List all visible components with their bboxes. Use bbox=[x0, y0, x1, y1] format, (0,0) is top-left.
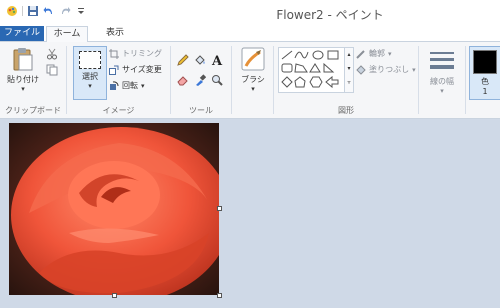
magnifier-icon[interactable] bbox=[211, 74, 223, 86]
group-clipboard: 貼り付け ▾ クリップボード bbox=[0, 42, 66, 118]
outline-dropdown-icon[interactable]: ▾ bbox=[388, 50, 392, 58]
fill-dropdown-icon[interactable]: ▾ bbox=[412, 66, 416, 74]
pentagon-shape-icon[interactable] bbox=[294, 76, 306, 88]
ribbon: 貼り付け ▾ クリップボード 選択 ▾ トリミング サイズ変更 回転 ▾ イメー… bbox=[0, 42, 500, 119]
eraser-icon[interactable] bbox=[177, 74, 189, 86]
window-title: Flower2 - ペイント bbox=[276, 8, 384, 22]
group-separator bbox=[231, 46, 232, 114]
tab-file[interactable]: ファイル bbox=[0, 26, 44, 41]
resize-handle-corner[interactable] bbox=[217, 293, 222, 298]
fill-label: 塗りつぶし bbox=[369, 65, 410, 74]
curve-shape-icon[interactable] bbox=[294, 51, 309, 59]
select-button[interactable]: 選択 ▾ bbox=[73, 46, 107, 100]
color1-button[interactable]: 色 1 bbox=[469, 46, 500, 100]
resize-icon bbox=[109, 65, 119, 75]
rounded-rectangle-icon[interactable] bbox=[281, 63, 293, 73]
oval-shape-icon[interactable] bbox=[312, 50, 324, 60]
group-label-tools: ツール bbox=[189, 106, 213, 115]
arrow-shape-icon[interactable] bbox=[325, 75, 339, 89]
size-dropdown-icon[interactable]: ▾ bbox=[422, 87, 462, 95]
resize-handle-bottom[interactable] bbox=[112, 293, 117, 298]
brushes-button[interactable]: ブラシ ▾ bbox=[236, 46, 270, 93]
resize-handle-right[interactable] bbox=[217, 206, 222, 211]
color1-index: 1 bbox=[482, 87, 488, 96]
fill-bucket-icon[interactable] bbox=[194, 54, 206, 66]
group-separator bbox=[465, 46, 466, 114]
select-label: 選択 bbox=[82, 72, 98, 81]
crop-label: トリミング bbox=[122, 49, 162, 58]
fill-icon bbox=[356, 64, 366, 75]
rotate-button[interactable]: 回転 ▾ bbox=[109, 80, 145, 91]
canvas-area[interactable] bbox=[0, 119, 500, 308]
brush-icon bbox=[241, 47, 265, 71]
group-image: 選択 ▾ トリミング サイズ変更 回転 ▾ イメージ bbox=[67, 42, 170, 118]
group-separator bbox=[418, 46, 419, 114]
select-dropdown-icon[interactable]: ▾ bbox=[74, 82, 106, 90]
outline-icon bbox=[356, 49, 365, 59]
title-bar: Flower2 - ペイント bbox=[0, 0, 500, 26]
paste-button[interactable]: 貼り付け ▾ bbox=[6, 46, 40, 93]
select-icon bbox=[79, 51, 101, 69]
hexagon-shape-icon[interactable] bbox=[309, 76, 323, 88]
brushes-label: ブラシ bbox=[241, 75, 265, 84]
polygon-shape-icon[interactable] bbox=[294, 63, 308, 73]
rotate-label: 回転 bbox=[122, 81, 138, 90]
tab-home[interactable]: ホーム bbox=[46, 26, 88, 42]
resize-label: サイズ変更 bbox=[122, 65, 162, 74]
tab-view[interactable]: 表示 bbox=[98, 26, 132, 41]
rose-photo bbox=[9, 123, 219, 295]
group-label-image: イメージ bbox=[102, 106, 135, 115]
ribbon-tabs: ファイル ホーム 表示 bbox=[0, 26, 500, 42]
shapes-gallery-scroll[interactable]: ▴ ▾ ▿ bbox=[344, 47, 354, 93]
pencil-icon[interactable] bbox=[177, 54, 189, 66]
brushes-dropdown-icon[interactable]: ▾ bbox=[236, 85, 270, 93]
svg-text:A: A bbox=[211, 54, 223, 67]
diamond-shape-icon[interactable] bbox=[281, 76, 293, 88]
fill-button[interactable]: 塗りつぶし ▾ bbox=[356, 64, 416, 75]
group-label-shapes: 図形 bbox=[338, 106, 354, 115]
line-width-icon bbox=[430, 52, 454, 69]
paste-label: 貼り付け bbox=[7, 75, 39, 84]
group-tools: A ツール bbox=[171, 42, 231, 118]
group-label-clipboard: クリップボード bbox=[5, 106, 61, 115]
copy-icon[interactable] bbox=[46, 64, 58, 76]
size-button[interactable]: 線の幅 ▾ bbox=[422, 46, 462, 95]
triangle-shape-icon[interactable] bbox=[309, 63, 321, 73]
crop-icon bbox=[109, 48, 119, 59]
rotate-dropdown-icon[interactable]: ▾ bbox=[141, 82, 145, 90]
line-shape-icon[interactable] bbox=[281, 50, 293, 60]
paste-icon bbox=[13, 48, 33, 71]
outline-button[interactable]: 輪郭 ▾ bbox=[356, 48, 392, 59]
group-shapes: ▴ ▾ ▿ 輪郭 ▾ 塗りつぶし ▾ 図形 bbox=[274, 42, 418, 118]
color-picker-icon[interactable] bbox=[194, 74, 206, 86]
color1-label: 色 bbox=[481, 77, 489, 86]
right-triangle-icon[interactable] bbox=[323, 62, 335, 73]
resize-button[interactable]: サイズ変更 bbox=[109, 64, 162, 75]
shapes-gallery[interactable] bbox=[278, 47, 346, 93]
outline-label: 輪郭 bbox=[369, 49, 385, 58]
text-icon[interactable]: A bbox=[211, 53, 224, 67]
rose-image[interactable] bbox=[9, 123, 219, 295]
rectangle-shape-icon[interactable] bbox=[327, 50, 339, 60]
paste-dropdown-icon[interactable]: ▾ bbox=[6, 85, 40, 93]
cut-icon[interactable] bbox=[46, 48, 58, 60]
crop-button[interactable]: トリミング bbox=[109, 48, 162, 59]
color1-swatch bbox=[473, 50, 497, 74]
size-label: 線の幅 bbox=[430, 77, 454, 86]
rotate-icon bbox=[110, 80, 119, 90]
